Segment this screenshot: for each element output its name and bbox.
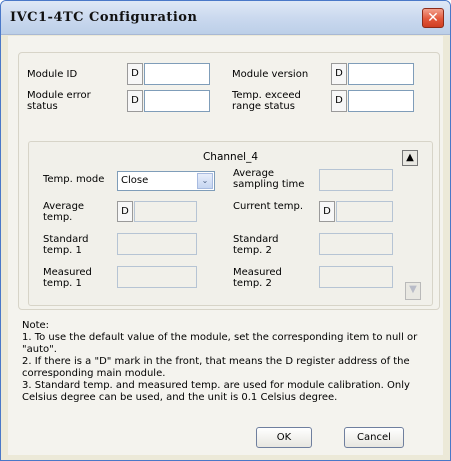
channel-panel: Channel_4 ▲ Temp. mode Close ⌄ Average s… bbox=[28, 141, 433, 306]
scroll-up-button[interactable]: ▲ bbox=[402, 150, 418, 166]
scroll-down-button[interactable]: ▼ bbox=[405, 282, 421, 300]
module-id-d-prefix: D bbox=[127, 63, 143, 85]
note-heading: Note: bbox=[22, 320, 50, 331]
cancel-button[interactable]: Cancel bbox=[344, 427, 404, 448]
arrow-down-icon: ▼ bbox=[409, 284, 417, 295]
config-dialog: IVC1-4TC Configuration ✕ Module ID D Mod… bbox=[0, 0, 451, 461]
module-error-label-2: status bbox=[27, 101, 58, 112]
module-version-label: Module version bbox=[232, 69, 309, 80]
temp-mode-label: Temp. mode bbox=[43, 174, 105, 185]
meas-temp1-label-1: Measured bbox=[43, 267, 92, 278]
title-bar[interactable]: IVC1-4TC Configuration ✕ bbox=[1, 1, 450, 35]
temp-mode-value: Close bbox=[121, 175, 149, 186]
avg-temp-label-1: Average bbox=[43, 201, 85, 212]
temp-range-label-1: Temp. exceed bbox=[232, 90, 301, 101]
std-temp2-label-2: temp. 2 bbox=[233, 245, 272, 256]
avg-sampling-label-1: Average bbox=[233, 168, 275, 179]
close-icon: ✕ bbox=[427, 10, 439, 26]
close-button[interactable]: ✕ bbox=[422, 8, 444, 28]
settings-group: Module ID D Module version D Module erro… bbox=[18, 52, 440, 310]
std-temp1-label-2: temp. 1 bbox=[43, 245, 82, 256]
dialog-body: Module ID D Module version D Module erro… bbox=[8, 36, 443, 455]
module-error-input[interactable] bbox=[144, 90, 210, 112]
module-version-d-prefix: D bbox=[331, 63, 347, 85]
current-temp-label: Current temp. bbox=[233, 201, 304, 212]
avg-temp-input[interactable] bbox=[134, 201, 197, 222]
temp-range-input[interactable] bbox=[348, 90, 414, 112]
note-line-1: 1. To use the default value of the modul… bbox=[22, 332, 418, 355]
current-temp-input[interactable] bbox=[336, 201, 393, 222]
ok-button[interactable]: OK bbox=[256, 427, 312, 448]
meas-temp1-label-2: temp. 1 bbox=[43, 278, 82, 289]
avg-sampling-input[interactable] bbox=[319, 169, 393, 191]
note-text: Note: 1. To use the default value of the… bbox=[22, 320, 432, 404]
meas-temp2-label-2: temp. 2 bbox=[233, 278, 272, 289]
note-line-3: 3. Standard temp. and measured temp. are… bbox=[22, 380, 410, 403]
note-line-2: 2. If there is a "D" mark in the front, … bbox=[22, 356, 410, 379]
std-temp2-label-1: Standard bbox=[233, 234, 279, 245]
temp-range-d-prefix: D bbox=[331, 90, 347, 112]
channel-title: Channel_4 bbox=[202, 151, 259, 163]
current-temp-d-prefix: D bbox=[319, 201, 335, 222]
arrow-up-icon: ▲ bbox=[406, 152, 414, 163]
module-error-d-prefix: D bbox=[127, 90, 143, 112]
temp-mode-select[interactable]: Close ⌄ bbox=[117, 171, 215, 191]
avg-temp-label-2: temp. bbox=[43, 212, 73, 223]
temp-range-label-2: range status bbox=[232, 101, 295, 112]
chevron-down-icon[interactable]: ⌄ bbox=[197, 173, 213, 189]
meas-temp2-input[interactable] bbox=[319, 266, 393, 288]
meas-temp1-input[interactable] bbox=[117, 266, 197, 288]
module-version-input[interactable] bbox=[348, 63, 414, 85]
std-temp1-label-1: Standard bbox=[43, 234, 89, 245]
module-id-input[interactable] bbox=[144, 63, 210, 85]
meas-temp2-label-1: Measured bbox=[233, 267, 282, 278]
std-temp2-input[interactable] bbox=[319, 233, 393, 255]
avg-sampling-label-2: sampling time bbox=[233, 179, 305, 190]
module-error-label-1: Module error bbox=[27, 90, 91, 101]
window-title: IVC1-4TC Configuration bbox=[10, 10, 198, 25]
module-id-label: Module ID bbox=[27, 69, 78, 80]
std-temp1-input[interactable] bbox=[117, 233, 197, 255]
avg-temp-d-prefix: D bbox=[117, 201, 133, 222]
